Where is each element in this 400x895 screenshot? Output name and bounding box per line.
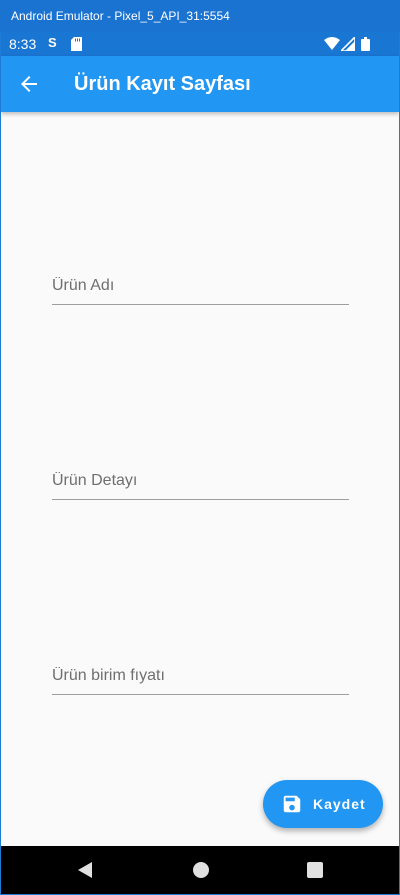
status-time: 8:33 [9,36,37,52]
status-bar: 8:33 S [1,32,399,56]
page-title: Ürün Kayıt Sayfası [74,73,251,95]
arrow-back-icon[interactable] [17,72,41,96]
app-bar: Ürün Kayıt Sayfası [1,56,399,112]
unit-price-field[interactable] [52,659,349,695]
emulator-title-bar: Android Emulator - Pixel_5_API_31:5554 [0,0,400,32]
save-icon [283,795,301,813]
status-icons [324,37,372,51]
wifi-icon [324,37,340,50]
emulator-window: Android Emulator - Pixel_5_API_31:5554 8… [0,0,400,895]
cell-signal-icon [341,37,355,51]
recents-square-icon[interactable] [307,862,323,878]
product-name-field[interactable] [52,269,349,305]
back-triangle-icon[interactable] [75,860,95,880]
unit-price-input[interactable] [52,659,349,693]
save-button[interactable]: Kaydet [263,780,383,828]
s-notification-icon: S [48,35,57,50]
system-nav-bar [1,846,399,894]
product-name-input[interactable] [52,269,349,303]
save-button-label: Kaydet [313,796,366,812]
emulator-title: Android Emulator - Pixel_5_API_31:5554 [11,9,230,23]
home-circle-icon[interactable] [192,861,210,879]
phone-screen: 8:33 S Ürün Kayıt Sayfası Ürün Adı Ürün … [1,32,399,894]
sd-card-icon [71,37,82,51]
product-detail-field[interactable] [52,464,349,500]
battery-icon [361,37,370,51]
product-detail-input[interactable] [52,464,349,498]
